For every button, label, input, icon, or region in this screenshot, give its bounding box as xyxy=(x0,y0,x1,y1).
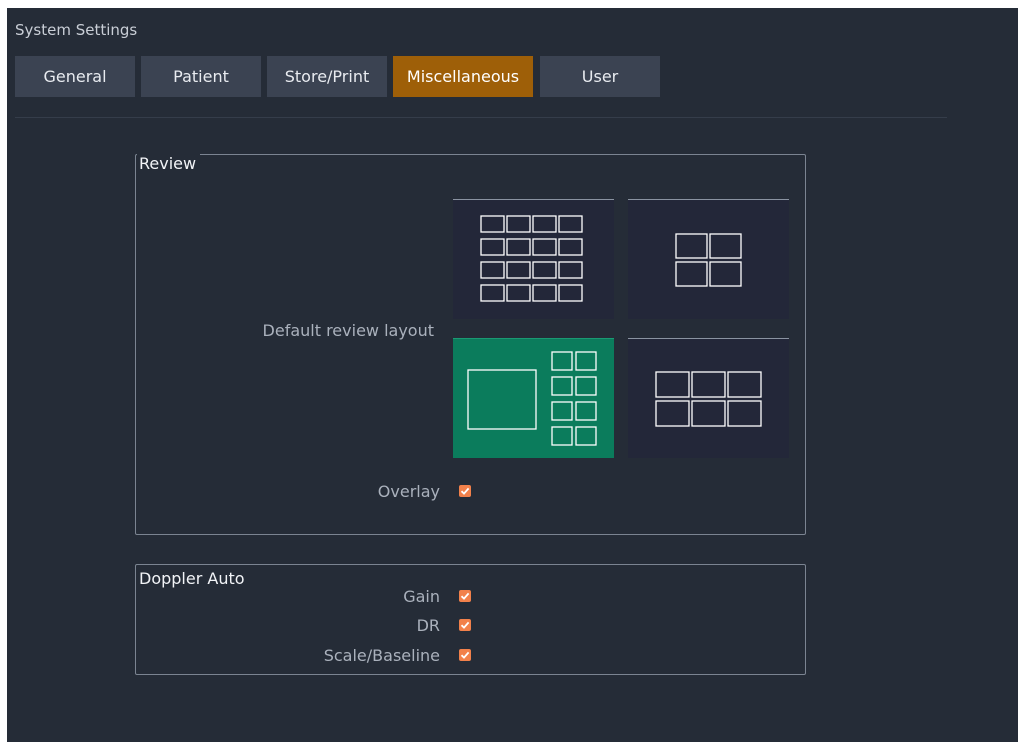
review-group: Review Default review layout Overlay xyxy=(135,154,806,535)
grid-3x2-layout-icon xyxy=(655,371,762,427)
checkmark-icon xyxy=(460,621,470,629)
layout-option-2x2[interactable] xyxy=(628,199,789,319)
tab-patient[interactable]: Patient xyxy=(141,56,261,97)
gain-label: Gain xyxy=(403,587,440,606)
checkmark-icon xyxy=(460,592,470,600)
tab-general[interactable]: General xyxy=(15,56,135,97)
review-legend: Review xyxy=(137,154,201,173)
overlay-label: Overlay xyxy=(377,482,440,501)
tab-miscellaneous[interactable]: Miscellaneous xyxy=(393,56,533,97)
tab-store-print[interactable]: Store/Print xyxy=(267,56,387,97)
system-settings-window: System Settings General Patient Store/Pr… xyxy=(7,8,1018,742)
dr-label: DR xyxy=(416,616,440,635)
gain-checkbox[interactable] xyxy=(459,590,471,602)
large-plus-thumbnails-layout-icon xyxy=(467,351,597,446)
overlay-checkbox[interactable] xyxy=(459,485,471,497)
layout-option-large-plus-thumbnails[interactable] xyxy=(453,338,614,458)
default-review-layout-label: Default review layout xyxy=(262,321,434,340)
layout-option-3x2[interactable] xyxy=(628,338,789,458)
dr-checkbox[interactable] xyxy=(459,619,471,631)
tab-divider xyxy=(15,117,947,118)
grid-2x2-layout-icon xyxy=(675,233,742,287)
grid-4x4-layout-icon xyxy=(480,215,583,302)
window-title: System Settings xyxy=(15,21,138,39)
doppler-auto-group: Doppler Auto Gain DR Scale/Baseline xyxy=(135,564,806,675)
tab-user[interactable]: User xyxy=(540,56,660,97)
doppler-auto-legend: Doppler Auto xyxy=(137,569,249,588)
scale-baseline-checkbox[interactable] xyxy=(459,649,471,661)
checkmark-icon xyxy=(460,651,470,659)
layout-option-4x4[interactable] xyxy=(453,199,614,319)
checkmark-icon xyxy=(460,487,470,495)
scale-baseline-label: Scale/Baseline xyxy=(323,646,440,665)
